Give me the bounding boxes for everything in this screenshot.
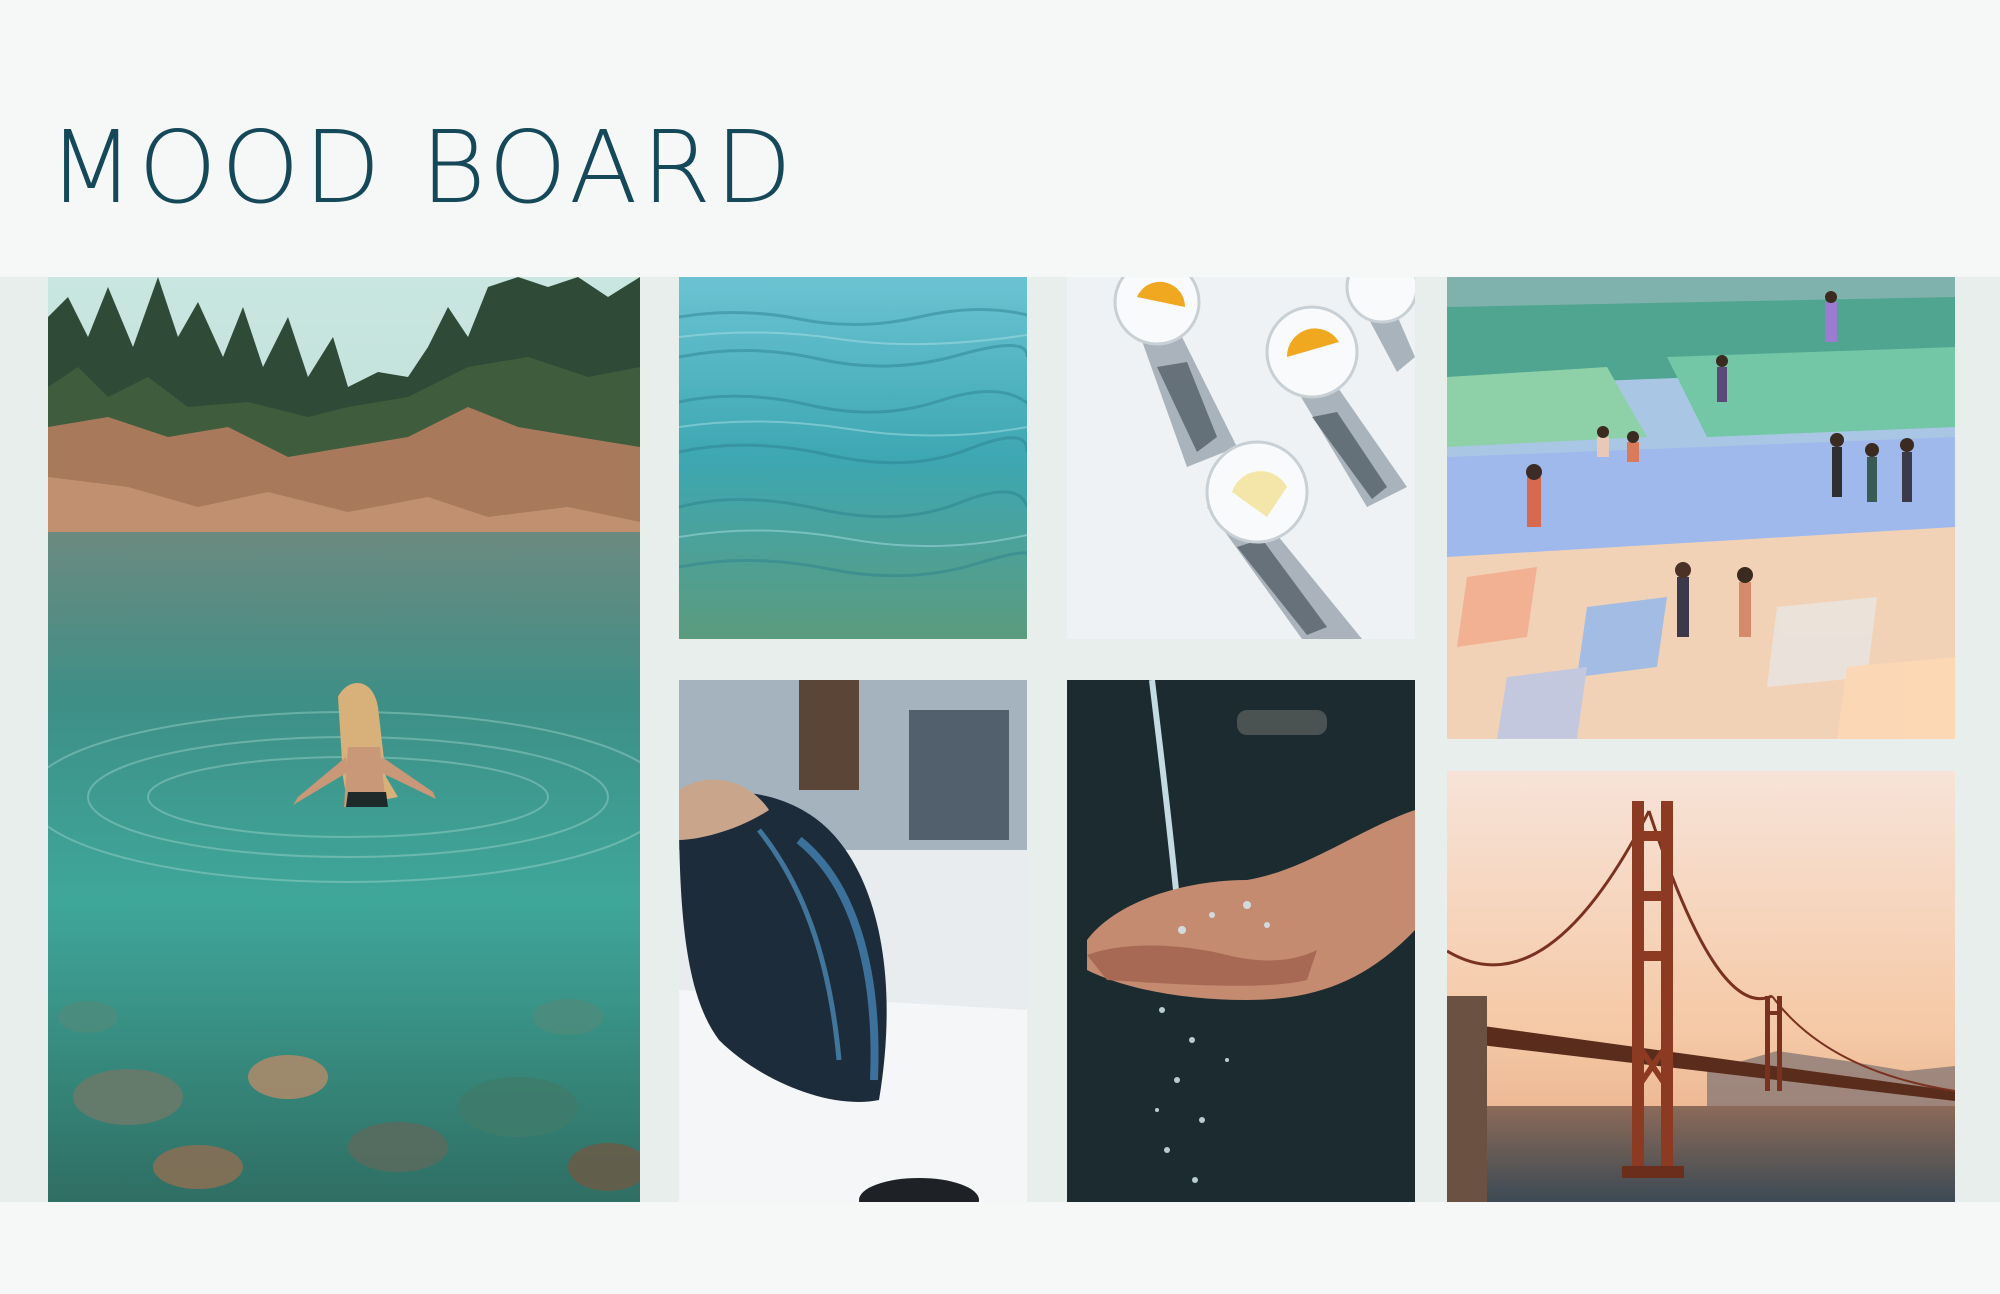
beach-painting [1447, 277, 1955, 739]
lemon-glasses-photo [1067, 277, 1415, 639]
golden-gate-bridge-photo [1447, 771, 1955, 1202]
page-title: MOOD BOARD [48, 109, 797, 226]
river-photo [48, 277, 640, 1202]
water-hands-photo [1067, 680, 1415, 1202]
hair-wash-photo [679, 680, 1027, 1202]
water-surface-photo [679, 277, 1027, 639]
